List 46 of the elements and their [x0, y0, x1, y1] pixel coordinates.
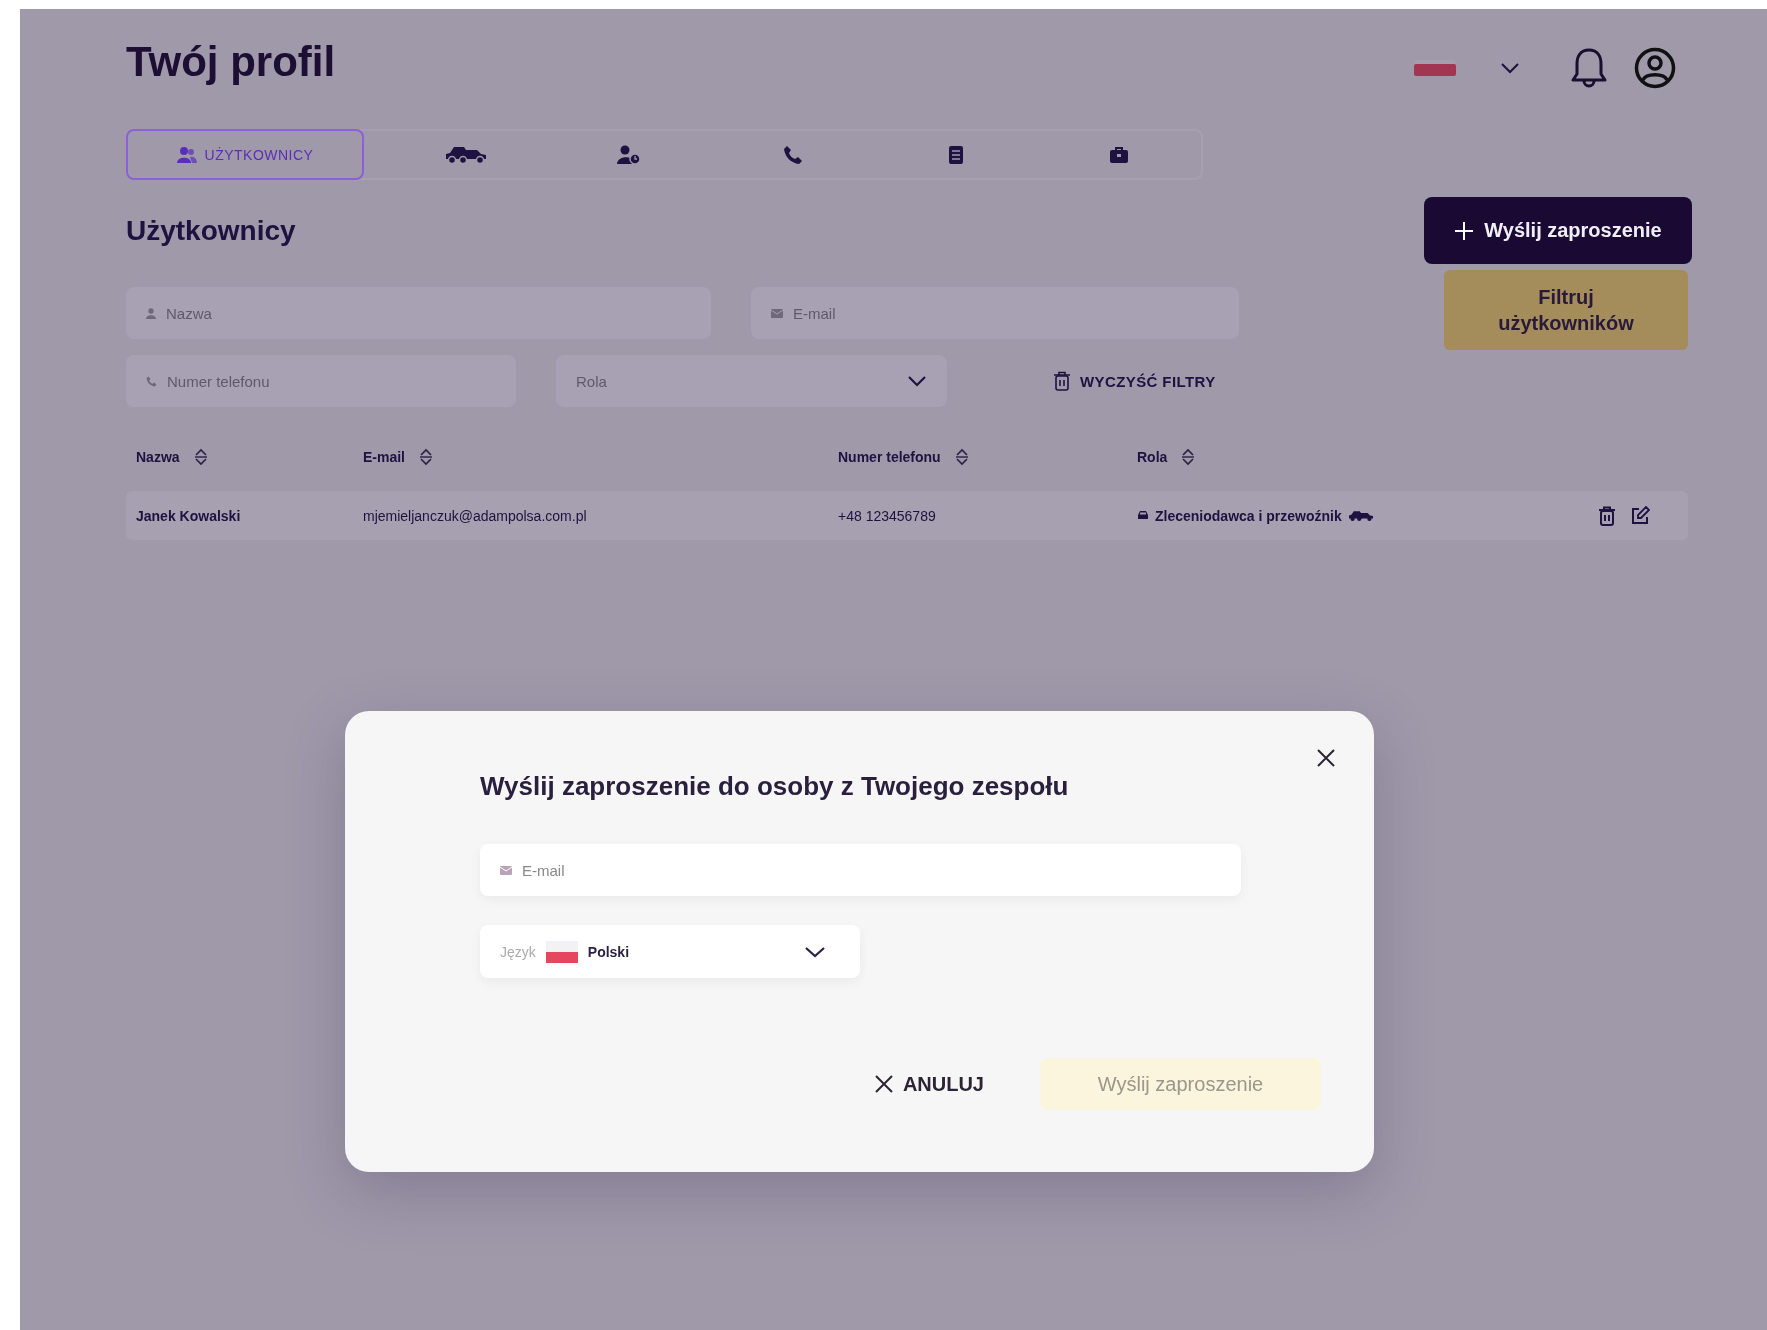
close-icon: [874, 1075, 893, 1093]
sort-icon[interactable]: [419, 448, 433, 466]
column-header[interactable]: Numer telefonu: [838, 449, 941, 465]
close-icon[interactable]: [1317, 749, 1335, 767]
page-title: Twój profil: [126, 38, 336, 86]
sort-icon[interactable]: [954, 448, 969, 466]
chevron-down-icon: [804, 945, 826, 958]
clear-filters-button[interactable]: WYCZYŚĆ FILTRY: [1047, 370, 1222, 392]
person-icon: [146, 307, 156, 319]
filter-users-button[interactable]: Filtruj użytkowników: [1444, 270, 1688, 350]
user-role: Zleceniodawca i przewoźnik: [1155, 507, 1342, 524]
language-dropdown[interactable]: Język Polski: [480, 925, 860, 978]
user-phone: +48 123456789: [838, 507, 937, 524]
briefcase-icon: [1109, 145, 1130, 164]
user-clock-icon: [617, 144, 642, 165]
sort-icon[interactable]: [1181, 448, 1196, 466]
chevron-down-icon[interactable]: [1500, 62, 1520, 74]
section-title: Użytkownicy: [126, 214, 296, 247]
car-icon: [1137, 510, 1149, 521]
document-icon: [947, 144, 964, 165]
flag-icon: [545, 940, 578, 963]
user-avatar-icon[interactable]: [1634, 47, 1676, 89]
phone-icon: [146, 375, 157, 387]
sort-icon[interactable]: [193, 448, 208, 466]
envelope-icon: [771, 308, 783, 318]
language-label: Język: [500, 943, 536, 960]
dialog-title: Wyślij zaproszenie do osoby z Twojego zespołu: [480, 771, 1070, 802]
edit-icon[interactable]: [1630, 505, 1650, 526]
users-icon: [176, 145, 197, 164]
flag-icon[interactable]: [1414, 60, 1456, 76]
column-header[interactable]: E-mail: [363, 449, 405, 465]
delete-icon[interactable]: [1598, 505, 1616, 526]
phone-icon: [782, 144, 803, 165]
cancel-button[interactable]: ANULUJ: [868, 1071, 990, 1097]
bell-icon[interactable]: [1570, 47, 1608, 89]
envelope-icon: [500, 865, 512, 875]
email-field[interactable]: E-mail: [480, 844, 1241, 896]
user-email: mjemieljanczuk@adampolsa.com.pl: [363, 507, 588, 524]
chevron-down-icon: [907, 375, 927, 387]
column-header[interactable]: Nazwa: [136, 449, 180, 465]
user-name: Janek Kowalski: [136, 507, 242, 524]
column-header[interactable]: Rola: [1137, 449, 1168, 465]
plus-icon: [1454, 220, 1475, 241]
trash-icon: [1053, 371, 1071, 391]
language-value: Polski: [587, 943, 630, 960]
invite-button[interactable]: Wyślij zaproszenie: [1424, 197, 1692, 264]
